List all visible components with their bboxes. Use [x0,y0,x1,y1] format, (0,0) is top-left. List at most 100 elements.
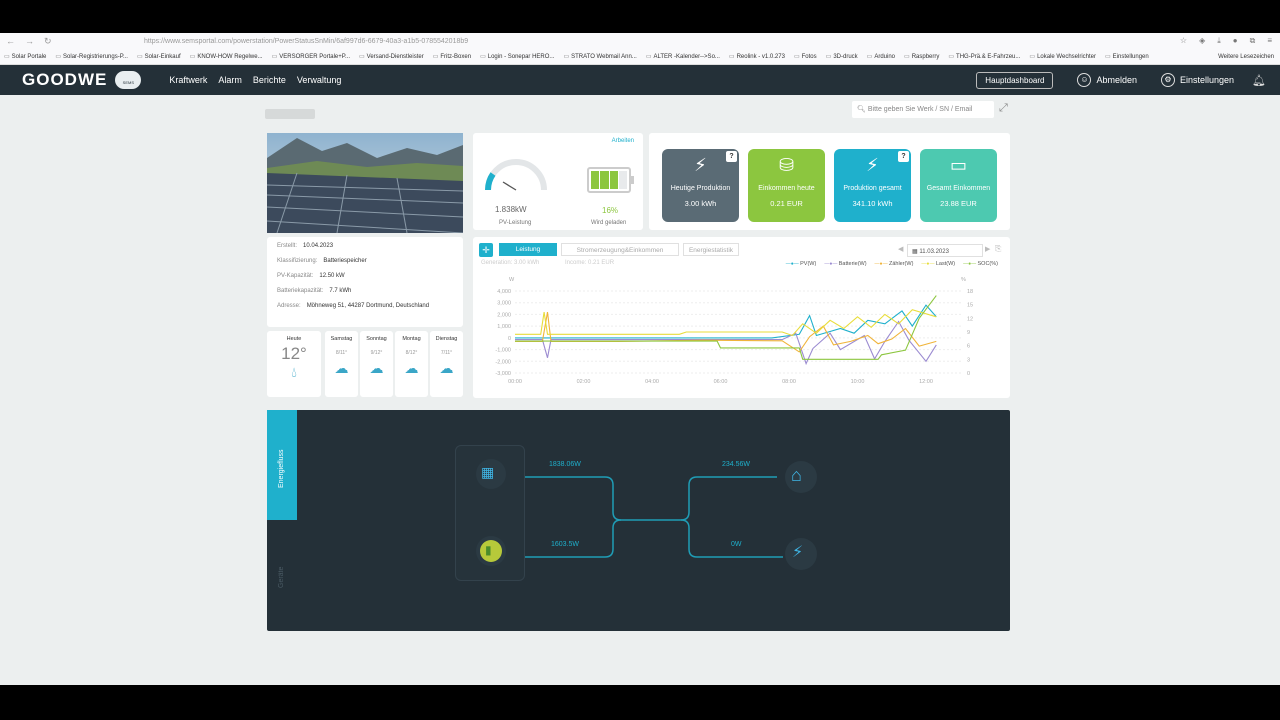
fullscreen-icon[interactable]: ⤢ [999,102,1008,115]
pocket-icon[interactable]: ◈ [1199,36,1205,46]
battery-percent: 16% [602,206,619,215]
x-tick-label: 06:00 [714,379,728,385]
user-icon: ☺ [1077,73,1092,87]
gear-icon: ⚙ [1160,73,1175,87]
weather-day: Samstag 8/11° ☁ [325,331,358,397]
weather-temp: 9/12° [370,350,383,356]
bookmark-item[interactable]: Lokale Wechselrichter [1029,53,1096,60]
bookmark-item[interactable]: Solar-Einkauf [137,53,181,60]
bookmark-item[interactable]: Versand-Dienstleister [359,53,424,60]
cloud-sun-icon: ☁ [369,360,384,376]
forward-icon[interactable]: → [25,36,34,47]
more-bookmarks[interactable]: Weitere Lesezeichen [1218,54,1280,60]
stat-tile[interactable]: ⛁ Einkommen heute 0.21 EUR [748,149,825,222]
bookmark-item[interactable]: Einstellungen [1105,53,1149,60]
extensions-icon[interactable]: ⧉ [1250,36,1256,46]
grid-power-value: 0W [731,541,742,548]
flow-lines [476,459,817,570]
battery-icon [587,167,631,193]
y-tick-label: 2,000 [497,312,511,318]
arbeiten-link[interactable]: Arbeiten [612,138,634,144]
back-icon[interactable]: ← [6,36,15,47]
power-chart: W % 4,000 3,000 2,000 1,000 0 -1,000 -2,000 -3,00… [495,277,973,385]
y2-tick-label: 18 [967,289,973,295]
stat-tile[interactable]: ▭ Gesamt Einkommen 23.88 EUR [920,149,997,222]
bookmark-item[interactable]: Solar Portale [4,53,47,60]
solar-panel-icon[interactable]: ▦ [481,464,494,481]
search-input[interactable]: 🔍︎ Bitte geben Sie Werk / SN / Email [852,101,994,118]
energy-flow-panel: Energiefluss Geräte ▦ ▮ ⌂ ⚡︎ 1838.06W 16… [267,410,1010,631]
bookmark-item[interactable]: STRATO Webmail Ann... [563,53,637,60]
stat-tile[interactable]: ⚡︎ Produktion gesamt 341.10 kWh? [834,149,911,222]
help-icon[interactable]: ? [898,151,909,162]
bookmark-item[interactable]: THG-Prä.& E-Fahrzeu... [948,53,1020,60]
bookmark-item[interactable]: KNOW-HOW Regelwe... [190,53,262,60]
goodwe-logo[interactable]: GOODWE [22,70,107,90]
y2-tick-label: 15 [967,303,973,309]
menu-item-verwaltung[interactable]: Verwaltung [297,75,342,85]
x-tick-label: 10:00 [851,379,865,385]
battery-status: Wird geladen [591,220,627,226]
logout-button[interactable]: ☺ Abmelden [1077,73,1137,87]
house-icon[interactable]: ⌂ [791,465,802,486]
download-icon[interactable]: ⤓ [1217,36,1221,46]
stat-label: Produktion gesamt [843,185,902,192]
weather-day: Heute 12° 💧︎ [267,331,321,397]
plant-photo [267,133,463,233]
bookmark-item[interactable]: Solar-Registrierungs-P... [55,53,128,60]
bell-icon[interactable]: 🔔︎ [1252,74,1266,87]
y-tick-label: 4,000 [497,289,511,295]
cloud-sun-icon: ☁ [439,360,454,376]
help-icon[interactable]: ? [726,151,737,162]
weather-temp: 7/11° [440,350,453,356]
bookmark-item[interactable]: Arduino [867,53,895,60]
weather-day-label: Sonntag [366,336,387,342]
reload-icon[interactable]: ↻ [44,36,52,47]
load-power-value: 234.56W [722,461,751,468]
weather-day: Montag 8/12° ☁ [395,331,428,397]
info-value: 10.04.2023 [303,243,334,249]
bookmark-item[interactable]: VERSORGER Portale+P... [272,53,350,60]
weather-day-label: Montag [402,336,421,342]
bookmark-item[interactable]: ALTER -Kalender-->So... [646,53,719,60]
y2-tick-label: 0 [967,371,970,377]
url-text[interactable]: https://www.semsportal.com/powerstation/… [144,38,468,45]
battery-tip [631,176,634,184]
bookmark-item[interactable]: Login - Sonepar HERO... [480,53,555,60]
grid-tower-icon[interactable]: ⚡︎ [792,542,803,562]
sems-cloud-logo: SEMS [115,71,142,89]
info-label: Erstellt: [277,243,298,249]
menu-item-berichte[interactable]: Berichte [253,75,286,85]
battery-flow-icon[interactable]: ▮ [485,543,492,557]
bookmark-item[interactable]: Raspberry [904,53,940,60]
account-icon[interactable]: ● [1233,36,1238,46]
x-tick-label: 04:00 [645,379,659,385]
plant-name-blurred [265,109,315,119]
hauptdashboard-button[interactable]: Hauptdashboard [976,71,1054,89]
menu-item-alarm[interactable]: Alarm [218,75,242,85]
bookmark-star-icon[interactable]: ☆ [1180,36,1187,46]
info-row: Erstellt: 10.04.2023 [277,243,453,258]
bookmark-item[interactable]: Fotos [794,53,817,60]
settings-button[interactable]: ⚙ Einstellungen [1160,73,1234,87]
y-tick-label: -2,000 [495,359,511,365]
cloud-sun-icon: ☁ [334,360,349,376]
bookmark-item[interactable]: 3D-druck [826,53,857,60]
series-line-soc [515,295,937,360]
x-tick-label: 12:00 [919,379,933,385]
menu-icon[interactable]: ≡ [1267,36,1272,46]
y-axis-label: W [509,277,515,283]
y2-tick-label: 9 [967,330,970,336]
info-row: PV-Kapazität: 12.50 kW [277,273,453,288]
y-tick-label: 0 [508,336,511,342]
pv-label: PV-Leistung [499,220,532,226]
bookmark-item[interactable]: Fritz-Boxen [433,53,471,60]
plant-info-card: Erstellt: 10.04.2023 Klassifizierung: Batte… [267,237,463,327]
info-row: Adresse: Möhneweg 51, 44287 Dortmund, Deu… [277,303,453,318]
bookmark-item[interactable]: Reolink - v1.0.273 [729,53,785,60]
weather-day-label: Dienstag [435,336,458,342]
info-value: Möhneweg 51, 44287 Dortmund, Deutschland [306,303,430,309]
pv-gauge [484,159,547,191]
stat-tile[interactable]: ⚡︎ Heutige Produktion 3.00 kWh? [662,149,739,222]
menu-item-kraftwerk[interactable]: Kraftwerk [169,75,207,85]
